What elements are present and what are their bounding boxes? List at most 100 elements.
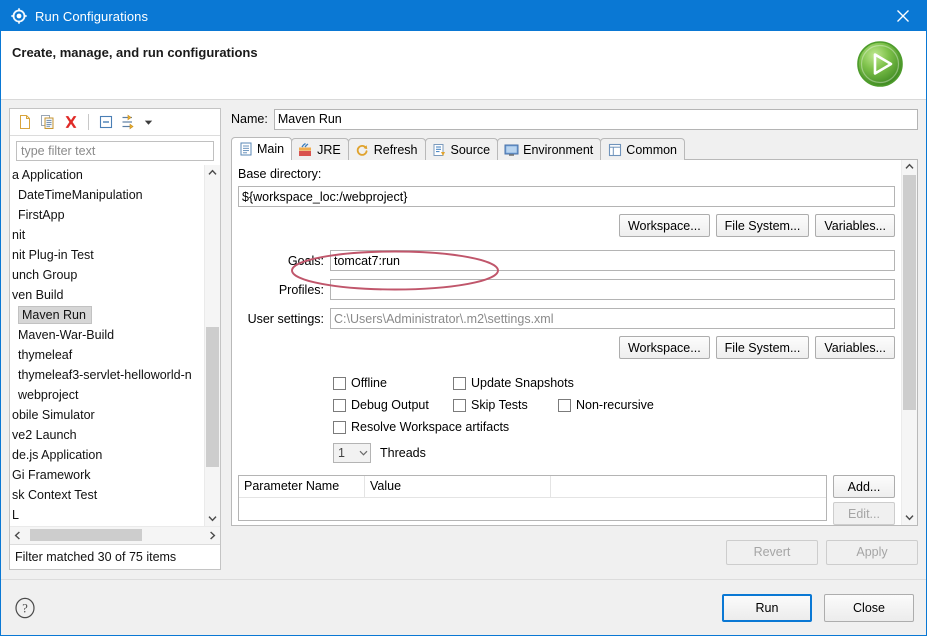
offline-checkbox[interactable] [333,376,346,390]
tree-item[interactable]: nit Plug-in Test [10,245,204,265]
tree-item[interactable]: ve2 Launch [10,425,204,445]
non-recursive-checkbox[interactable] [558,398,571,412]
common-tab-icon [607,142,622,157]
goals-input[interactable] [334,253,891,268]
search-input[interactable] [21,144,209,158]
debug-output-checkbox[interactable] [333,398,346,412]
edit-parameter-button[interactable]: Edit... [833,502,895,525]
name-field[interactable] [273,108,918,130]
tree-item[interactable]: Maven Run [10,305,204,325]
tree-item[interactable]: de.js Application [10,445,204,465]
tree-scrollbar-thumb[interactable] [206,327,219,467]
user-settings-value: C:\Users\Administrator\.m2\settings.xml [334,311,554,326]
tree-item[interactable]: thymeleaf3-servlet-helloworld-n [10,365,204,385]
scroll-down-arrow-icon[interactable] [902,510,917,525]
base-directory-label: Base directory: [238,167,322,181]
offline-label: Offline [351,376,387,390]
settings-variables-button[interactable]: Variables... [815,336,895,359]
tab-common[interactable]: Common [600,138,686,160]
user-settings-field[interactable]: C:\Users\Administrator\.m2\settings.xml [330,308,895,329]
parameter-table[interactable]: Parameter Name Value [238,475,827,521]
tree-item-label: FirstApp [18,208,65,222]
source-tab-icon [432,142,447,157]
tab-label: Environment [523,142,594,157]
base-dir-variables-button[interactable]: Variables... [815,214,895,237]
chevron-down-icon[interactable] [356,450,370,456]
tree-item[interactable]: unch Group [10,265,204,285]
skip-tests-checkbox[interactable] [453,398,466,412]
scroll-left-arrow-icon[interactable] [10,527,25,543]
tree-item[interactable]: Maven-War-Build [10,325,204,345]
help-question-icon[interactable]: ? [13,596,37,620]
threads-value: 1 [338,446,345,460]
base-dir-workspace-button[interactable]: Workspace... [618,214,710,237]
scroll-down-arrow-icon[interactable] [205,511,220,526]
tree-vertical-scrollbar[interactable] [204,165,220,526]
tree-item[interactable]: nit [10,225,204,245]
chevron-down-icon[interactable] [142,112,154,132]
base-dir-filesystem-button[interactable]: File System... [715,214,810,237]
tree-item[interactable]: ven Build [10,285,204,305]
tree-hscrollbar-thumb[interactable] [30,529,142,541]
tab-main[interactable]: Main [231,137,293,160]
configuration-tree[interactable]: a Application DateTimeManipulation FirstAp… [10,165,204,526]
options-row-1: Offline Update Snapshots [333,372,895,394]
tree-item[interactable]: DateTimeManipulation [10,185,204,205]
svg-text:?: ? [22,601,28,615]
parameter-table-buttons: Add... Edit... [833,475,895,525]
scroll-up-arrow-icon[interactable] [902,159,917,174]
tab-source[interactable]: Source [424,138,499,160]
tab-label: Refresh [373,142,418,157]
checkbox-debug-output[interactable]: Debug Output [333,398,453,412]
base-directory-input[interactable] [242,189,891,204]
goals-field[interactable] [330,250,895,271]
dialog-body: a Application DateTimeManipulation FirstAp… [1,100,926,579]
settings-workspace-button[interactable]: Workspace... [618,336,710,359]
scroll-right-arrow-icon[interactable] [205,527,220,543]
tree-item[interactable]: Gi Framework [10,465,204,485]
checkbox-update-snapshots[interactable]: Update Snapshots [453,376,574,390]
apply-button[interactable]: Apply [826,539,918,565]
new-configuration-icon[interactable] [15,112,35,132]
duplicate-configuration-icon[interactable] [38,112,58,132]
tree-horizontal-scrollbar[interactable] [10,526,220,544]
dialog-header: Create, manage, and run configurations [1,31,926,100]
tree-item[interactable]: L [10,505,204,525]
settings-filesystem-button[interactable]: File System... [715,336,810,359]
tree-item[interactable]: a Application [10,165,204,185]
base-directory-field[interactable] [238,186,895,207]
close-window-button[interactable] [880,1,926,31]
profiles-field[interactable] [330,279,895,300]
threads-spinner[interactable]: 1 [333,443,371,463]
filter-launch-configurations-icon[interactable] [119,112,139,132]
main-tab-vertical-scrollbar[interactable] [901,159,917,525]
update-snapshots-checkbox[interactable] [453,376,466,390]
tree-item-label: obile Simulator [12,408,95,422]
scroll-up-arrow-icon[interactable] [205,165,220,180]
main-tab-scrollbar-thumb[interactable] [903,175,916,410]
close-button[interactable]: Close [824,593,914,622]
tree-item[interactable]: webproject [10,385,204,405]
checkbox-offline[interactable]: Offline [333,376,453,390]
name-input[interactable] [277,112,914,126]
tree-item[interactable]: obile Simulator [10,405,204,425]
tree-item[interactable]: thymeleaf [10,345,204,365]
checkbox-non-recursive[interactable]: Non-recursive [558,398,654,412]
tab-environment[interactable]: Environment [497,138,602,160]
resolve-workspace-artifacts-checkbox[interactable] [333,420,346,434]
profiles-row: Profiles: [238,279,895,300]
revert-button[interactable]: Revert [726,539,818,565]
profiles-input[interactable] [334,282,891,297]
tree-item[interactable]: FirstApp [10,205,204,225]
checkbox-skip-tests[interactable]: Skip Tests [453,398,558,412]
tab-label: Common [626,142,678,157]
tab-refresh[interactable]: Refresh [347,138,426,160]
delete-configuration-icon[interactable] [61,112,81,132]
checkbox-resolve-workspace-artifacts[interactable]: Resolve Workspace artifacts [333,420,509,434]
collapse-all-icon[interactable] [96,112,116,132]
run-button[interactable]: Run [722,593,812,622]
filter-text-field[interactable] [16,141,214,161]
tree-item[interactable]: sk Context Test [10,485,204,505]
tab-jre[interactable]: JRE [291,138,349,160]
add-parameter-button[interactable]: Add... [833,475,895,498]
